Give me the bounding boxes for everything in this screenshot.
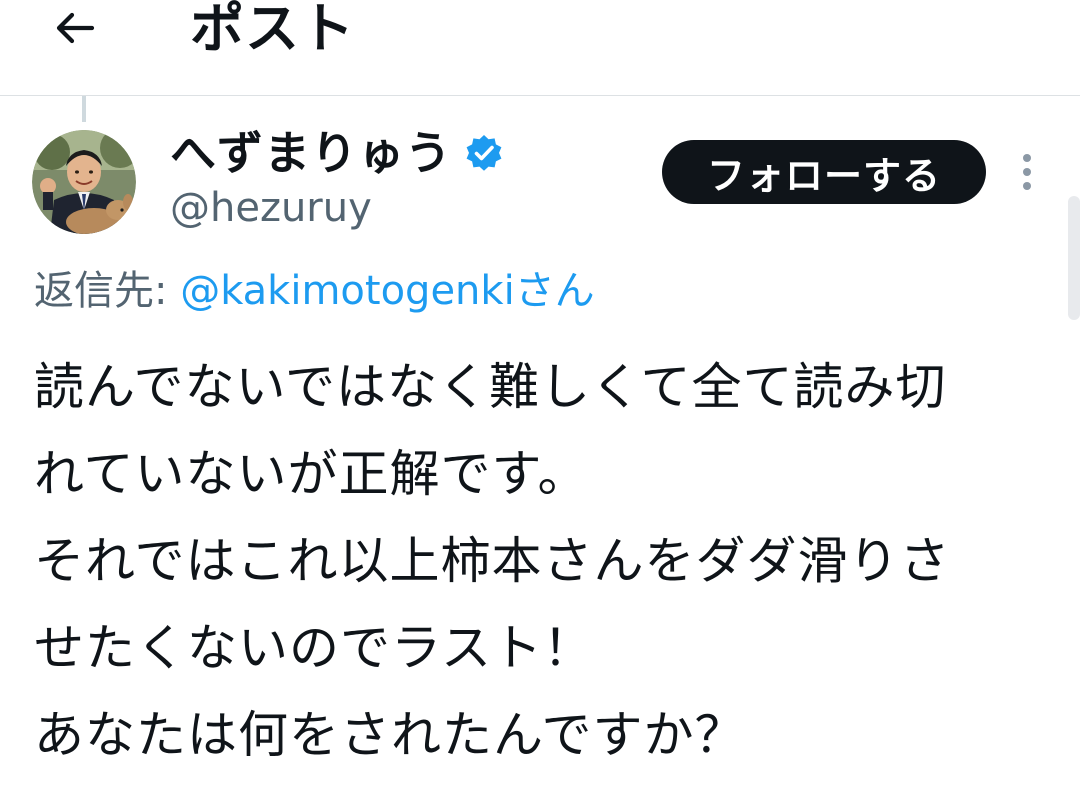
scrollbar[interactable]: [1068, 196, 1080, 320]
tweet-text-line: あなたは何をされたんですか？: [34, 706, 746, 764]
author-handle[interactable]: @hezuruy: [170, 182, 372, 234]
follow-button[interactable]: フォローする: [662, 140, 986, 204]
author-name-row: へずまりゅう: [170, 124, 504, 182]
avatar[interactable]: [32, 130, 136, 234]
reply-to-prefix: 返信先:: [34, 268, 181, 314]
tweet-text-line: 読んでないではなく難しくて全て読み切: [34, 358, 947, 416]
more-options-button[interactable]: [1006, 146, 1048, 198]
tweet-text-line: れていないが正解です。: [34, 445, 589, 503]
tweet-text-line: それではこれ以上柿本さんをダダ滑りさ: [34, 532, 951, 590]
tweet-text-line: せたくないのでラスト！: [34, 619, 594, 677]
author-display-name[interactable]: へずまりゅう: [170, 124, 452, 182]
page-title: ポスト: [190, 0, 355, 60]
reply-mention-handle: @kakimotogenki: [180, 268, 515, 314]
more-vertical-icon: [1023, 154, 1031, 190]
post-page: ポスト へずまりゅう @hezuruy フォローする 返信先: @kakimot…: [0, 0, 1080, 791]
back-button[interactable]: [42, 0, 106, 60]
tweet-text: 読んでないではなく難しくて全て読み切 れていないが正解です。 それではこれ以上柿…: [34, 344, 1034, 779]
reply-to-line: 返信先: @kakimotogenkiさん: [34, 262, 595, 320]
arrow-left-icon: [56, 12, 95, 44]
top-bar: ポスト: [0, 0, 1080, 96]
verified-badge-icon: [464, 133, 504, 173]
thread-connector: [82, 96, 86, 122]
reply-mention-suffix: さん: [514, 268, 595, 314]
avatar-photo: [32, 130, 136, 234]
reply-to-mention[interactable]: @kakimotogenkiさん: [180, 268, 594, 314]
